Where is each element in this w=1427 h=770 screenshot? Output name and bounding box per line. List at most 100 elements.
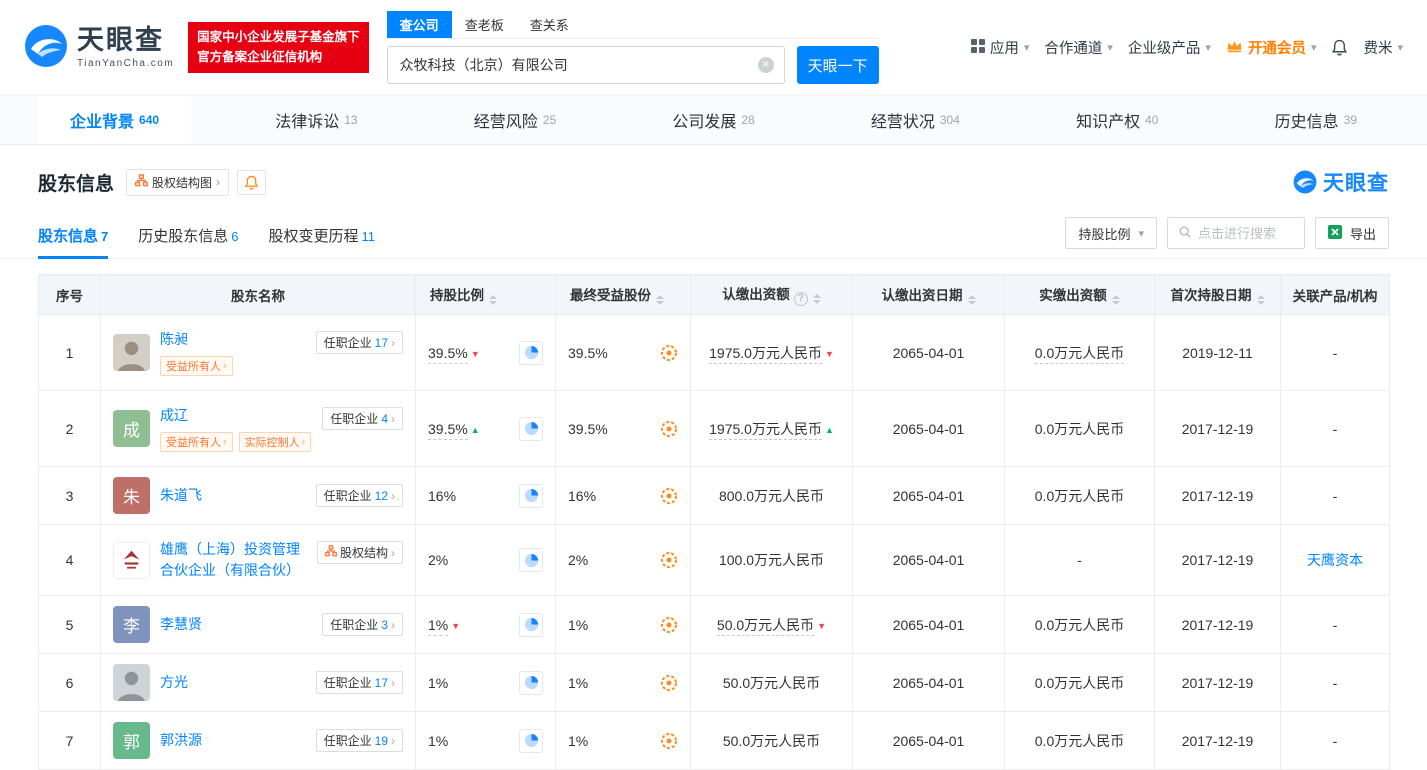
- pie-chart-icon[interactable]: [519, 670, 543, 695]
- shareholder-name-link[interactable]: 陈昶: [160, 329, 312, 350]
- tianyancha-watermark-logo: 天眼查: [1293, 167, 1389, 197]
- org-chart-icon: [325, 545, 337, 560]
- pie-chart-icon[interactable]: [519, 612, 543, 637]
- table-row: 2 成 成辽 受益所有人› 实际控制人› 任职企业4› 39.5%▲: [38, 390, 1390, 467]
- related-fund-link[interactable]: 天鹰资本: [1307, 552, 1363, 568]
- paid-capital-cell: 0.0万元人民币: [1004, 653, 1155, 712]
- subtab-equity-change-history[interactable]: 股权变更历程 11: [269, 225, 376, 258]
- beneficiary-target-icon[interactable]: [660, 344, 678, 362]
- sort-icon[interactable]: [967, 295, 976, 305]
- ratio-value: 2%: [428, 552, 449, 568]
- menu-partner[interactable]: 合作通道 ▾: [1044, 37, 1113, 58]
- export-button[interactable]: 导出: [1314, 217, 1389, 249]
- tab-company-development[interactable]: 公司发展 28: [640, 96, 786, 144]
- table-row: 1 陈昶 受益所有人 › 任职企业 17 › 39.5% ▼ 39.5% 197…: [38, 314, 1390, 391]
- search-button[interactable]: 天眼一下: [796, 46, 879, 84]
- tab-operating-risk[interactable]: 经营风险 25: [442, 96, 588, 144]
- beneficiary-target-icon[interactable]: [660, 487, 678, 505]
- equity-structure-badge[interactable]: 股权结构 ›: [316, 541, 403, 564]
- row-index: 6: [38, 653, 101, 712]
- pie-chart-icon[interactable]: [519, 728, 543, 753]
- beneficiary-target-icon[interactable]: [660, 674, 678, 692]
- pie-chart-icon[interactable]: [519, 416, 543, 441]
- shareholder-photo-avatar: [113, 334, 150, 371]
- employment-badge[interactable]: 任职企业 4 ›: [322, 407, 403, 430]
- sort-icon[interactable]: [656, 295, 664, 305]
- beneficiary-target-icon[interactable]: [660, 420, 678, 438]
- table-row: 5 李 李慧贤 任职企业 3 › 1% ▼ 1% 50.0万元人民币 ▼ 206…: [38, 595, 1390, 654]
- beneficial-owner-tag[interactable]: 受益所有人 ›: [160, 356, 233, 376]
- first-date-cell: 2017-12-19: [1154, 595, 1281, 654]
- search-zone: 查公司 查老板 查关系 × 天眼一下: [386, 11, 879, 84]
- tab-intellectual-property[interactable]: 知识产权 40: [1044, 96, 1190, 144]
- search-tab-company[interactable]: 查公司: [386, 11, 452, 38]
- final-ratio-value: 39.5%: [568, 344, 608, 361]
- search-tab-relation[interactable]: 查关系: [517, 11, 582, 38]
- shareholder-name-link[interactable]: 朱道飞: [160, 485, 312, 506]
- sort-icon[interactable]: [489, 295, 497, 305]
- menu-apps[interactable]: 应用 ▾: [970, 37, 1029, 58]
- tab-history-info[interactable]: 历史信息 39: [1243, 96, 1389, 144]
- notification-bell-icon[interactable]: [1331, 39, 1348, 56]
- shareholder-name-link[interactable]: 成辽: [160, 405, 312, 426]
- search-icon: [1178, 225, 1192, 242]
- employment-badge[interactable]: 任职企业 12 ›: [315, 484, 403, 507]
- clear-search-icon[interactable]: ×: [757, 57, 774, 73]
- col-header-final-ratio[interactable]: 最终受益股份: [555, 274, 691, 315]
- tab-company-background[interactable]: 企业背景 640: [38, 96, 192, 144]
- beneficiary-target-icon[interactable]: [660, 551, 678, 569]
- beneficiary-target-icon[interactable]: [660, 616, 678, 634]
- col-header-paid[interactable]: 实缴出资额: [1004, 274, 1155, 315]
- sort-icon[interactable]: [1256, 295, 1265, 305]
- menu-enterprise-products[interactable]: 企业级产品 ▾: [1128, 37, 1211, 58]
- sort-dropdown[interactable]: 持股比例 ▾: [1065, 217, 1157, 249]
- beneficial-owner-tag[interactable]: 受益所有人 ›: [160, 432, 233, 452]
- col-header-first-date[interactable]: 首次持股日期: [1154, 274, 1281, 315]
- user-account-menu[interactable]: 费米 ▾: [1363, 37, 1403, 58]
- subtab-shareholders[interactable]: 股东信息 7: [38, 225, 109, 259]
- shareholder-name-link[interactable]: 方光: [160, 672, 312, 693]
- employment-badge[interactable]: 任职企业 17 ›: [315, 671, 403, 694]
- tianyancha-logo[interactable]: 天眼查 TianYanCha.com: [24, 24, 174, 71]
- shareholder-name-link[interactable]: 郭洪源: [160, 730, 312, 751]
- shareholder-name-link[interactable]: 雄鹰（上海）投资管理合伙企业（有限合伙）: [160, 539, 312, 581]
- shareholder-text-avatar: 朱: [113, 477, 150, 514]
- company-search-input[interactable]: [386, 46, 785, 84]
- monitor-bell-button[interactable]: [237, 169, 267, 195]
- final-ratio-value: 1%: [568, 732, 589, 749]
- org-chart-icon: [135, 174, 148, 190]
- row-index: 2: [38, 390, 101, 467]
- shareholder-name-link[interactable]: 李慧贤: [160, 614, 312, 635]
- col-header-index: 序号: [38, 274, 101, 315]
- capital-date-cell: 2065-04-01: [852, 314, 1005, 391]
- shareholder-photo-avatar: [113, 664, 150, 701]
- first-date-cell: 2017-12-19: [1154, 653, 1281, 712]
- actual-controller-tag[interactable]: 实际控制人 ›: [238, 432, 312, 452]
- beneficiary-target-icon[interactable]: [660, 732, 678, 750]
- pie-chart-icon[interactable]: [519, 340, 543, 365]
- table-search-box[interactable]: [1166, 217, 1305, 249]
- related-cell: -: [1280, 711, 1390, 770]
- col-header-ratio[interactable]: 持股比例: [415, 274, 556, 315]
- first-date-cell: 2017-12-19: [1154, 524, 1281, 596]
- subtab-history-shareholders[interactable]: 历史股东信息 6: [138, 225, 238, 258]
- sort-icon[interactable]: [1111, 295, 1120, 305]
- capital-cell: 1975.0万元人民币 ▲: [690, 390, 853, 467]
- pie-chart-icon[interactable]: [519, 548, 543, 572]
- employment-badge[interactable]: 任职企业 19 ›: [315, 729, 403, 752]
- help-icon[interactable]: ?: [793, 291, 808, 306]
- col-header-capital-date[interactable]: 认缴出资日期: [852, 274, 1005, 315]
- final-ratio-value: 1%: [568, 616, 589, 633]
- tab-legal-litigation[interactable]: 法律诉讼 13: [243, 96, 389, 144]
- paid-capital-cell: -: [1004, 524, 1155, 596]
- employment-badge[interactable]: 任职企业 3 ›: [322, 613, 403, 636]
- pie-chart-icon[interactable]: [519, 483, 543, 508]
- equity-structure-chart-button[interactable]: 股权结构图 ›: [126, 168, 230, 196]
- col-header-capital[interactable]: 认缴出资额?: [690, 274, 853, 315]
- sort-icon[interactable]: [812, 294, 821, 305]
- employment-badge[interactable]: 任职企业 17 ›: [315, 331, 403, 354]
- tab-operating-status[interactable]: 经营状况 304: [839, 96, 992, 144]
- search-tab-boss[interactable]: 查老板: [452, 11, 517, 38]
- table-search-input[interactable]: [1197, 225, 1294, 241]
- menu-vip[interactable]: 开通会员 ▾: [1226, 37, 1316, 58]
